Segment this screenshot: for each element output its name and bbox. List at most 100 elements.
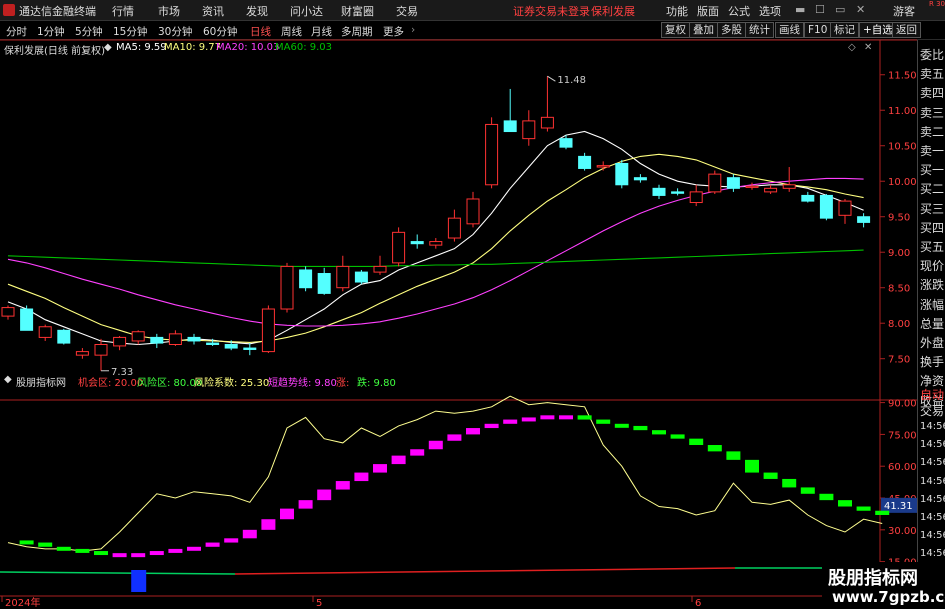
candle-body-down: [671, 191, 685, 194]
current-value-label: 41.31: [884, 501, 913, 512]
y-tick-label: 75.00: [888, 430, 917, 441]
side-panel-item: 14:56: [920, 475, 945, 487]
candle-body-up: [540, 116, 554, 129]
quote-side-panel: 委比 卖五 卖四 卖三 卖二 卖一 买一 买二 买三 买四 买五 现价 涨跌 涨幅 总量 外盘 换手 净资 收益 自动…: [917, 40, 945, 609]
trend-block-up: [447, 434, 462, 441]
y-tick-label: 90.00: [888, 399, 917, 410]
trend-block-up: [521, 417, 536, 422]
trend-block-down: [38, 542, 53, 547]
side-panel-item: 买五: [920, 240, 945, 254]
side-panel-item: 14:56: [920, 421, 945, 432]
candle-body-down: [187, 336, 201, 342]
trend-block-down: [577, 415, 592, 420]
price-annotation: 11.48: [557, 75, 586, 86]
trend-block-down: [763, 472, 778, 479]
candle-body-up: [373, 265, 387, 273]
side-panel-item: 14:56: [920, 530, 945, 542]
y-tick-label: 60.00: [888, 462, 917, 473]
trend-block-down: [856, 506, 871, 511]
side-panel-item: 卖五: [920, 67, 945, 82]
watermark-title: 股朋指标网: [828, 568, 918, 589]
candle-body-up: [280, 265, 294, 310]
y-tick-label: 8.50: [888, 284, 910, 295]
side-panel-item: 外盘: [920, 336, 945, 350]
candle-body-down: [224, 344, 238, 349]
side-panel-item: 卖二: [920, 124, 945, 139]
trend-block-up: [317, 489, 332, 501]
trend-block-up: [224, 538, 239, 543]
y-tick-label: 10.50: [888, 142, 917, 153]
side-panel-item: 委比: [920, 48, 945, 62]
ma-line-ma20: [7, 177, 864, 327]
side-panel-item: 14:56: [920, 548, 945, 560]
x-tick-label: 2024年: [5, 596, 40, 609]
annotation-pointer: [547, 75, 556, 82]
trend-block-down: [689, 438, 704, 446]
trend-block-up: [484, 423, 499, 429]
side-panel-item: 现价: [920, 259, 945, 274]
y-tick-label: 7.50: [888, 355, 910, 366]
trend-block-up: [149, 551, 164, 556]
candle-body-up: [429, 241, 443, 246]
trend-block-up: [187, 546, 201, 551]
candle-body-up: [336, 265, 350, 289]
candle-body-down: [206, 342, 220, 346]
candle-body-down: [559, 138, 573, 148]
candle-body-up: [447, 217, 461, 239]
chart-canvas[interactable]: 11.50 11.00 10.50 10.00 9.50 9.00 8.50 8.00 7.50…: [0, 0, 917, 609]
side-panel-item: 14:56: [920, 512, 945, 523]
candle-body-up: [392, 231, 406, 264]
trend-block-down: [614, 423, 629, 428]
side-panel-item: 14:56: [920, 457, 945, 469]
y-tick-label: 11.50: [888, 71, 917, 82]
trend-block-down: [670, 434, 685, 439]
candle-body-up: [1, 307, 15, 317]
trend-block-up: [205, 542, 220, 547]
trend-block-up: [298, 500, 313, 509]
candle-body-up: [782, 184, 796, 189]
trend-block-down: [19, 540, 34, 545]
candle-body-up: [75, 351, 89, 356]
candle-body-up: [94, 344, 108, 356]
trend-block-up: [242, 529, 257, 539]
candle-body-up: [689, 191, 703, 204]
side-panel-item: 买一: [920, 163, 945, 178]
side-panel-item: 买三: [920, 201, 945, 216]
trend-block-down: [782, 478, 797, 488]
risk-coefficient-line: [7, 395, 883, 552]
trend-block-down: [819, 493, 834, 501]
side-panel-item: 自动: [920, 388, 945, 402]
candle-body-down: [410, 241, 424, 245]
candle-body-up: [131, 331, 145, 342]
candle-body-down: [354, 271, 368, 283]
side-panel-item: 卖三: [920, 105, 945, 120]
trend-block-down: [800, 487, 815, 494]
side-panel-item: 买四: [920, 220, 945, 235]
trend-block-down: [56, 546, 71, 551]
trend-block-up: [410, 449, 425, 456]
candle-body-down: [243, 347, 257, 350]
signal-bar: [131, 570, 147, 592]
trend-block-up: [540, 415, 555, 420]
baseline-red: [234, 567, 736, 575]
trend-block-up: [354, 472, 369, 482]
trend-block-up: [168, 548, 183, 553]
trend-block-up: [466, 428, 480, 435]
side-panel-item: 卖一: [920, 144, 945, 158]
candle-body-up: [113, 336, 127, 347]
trend-block-up: [503, 419, 518, 424]
candle-body-down: [317, 273, 331, 294]
y-tick-label: 9.50: [888, 213, 910, 224]
candle-body-down: [20, 308, 34, 331]
trend-block-down: [726, 451, 741, 460]
y-tick-label: 11.00: [888, 106, 917, 117]
side-panel-item: 涨跌: [920, 278, 945, 293]
trend-block-down: [652, 430, 666, 435]
candle-body-down: [299, 269, 313, 289]
ma-line-ma5: [7, 130, 864, 346]
x-tick-label: 5: [316, 598, 322, 609]
candle-body-up: [522, 120, 536, 140]
trend-block-down: [875, 510, 890, 515]
candle-body-down: [633, 177, 647, 181]
side-panel-item: 交易: [920, 404, 945, 418]
